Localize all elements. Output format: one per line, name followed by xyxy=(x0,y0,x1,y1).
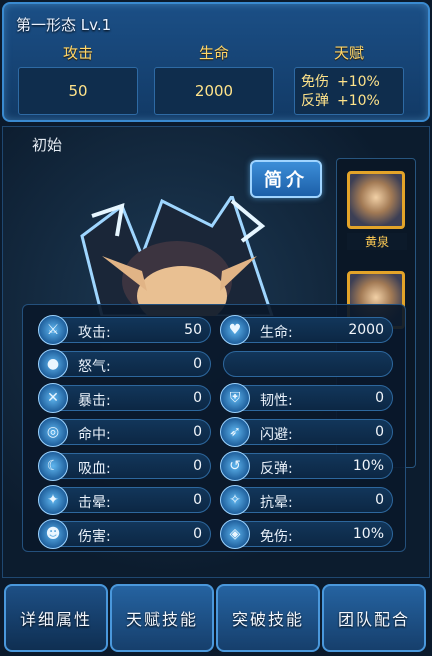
attr-value: 0 xyxy=(193,424,202,440)
attr-rage: ● 怒气: 0 xyxy=(38,349,211,379)
attr-label: 命中: xyxy=(78,427,111,443)
character-name: 黄泉 xyxy=(347,233,407,250)
resist-stun-icon: ✧ xyxy=(220,485,250,515)
tab-detailed-attributes[interactable]: 详细属性 xyxy=(4,584,108,652)
talent-list: 免伤 +10% 反弹 +10% xyxy=(294,67,404,115)
talent-label: 天赋 xyxy=(333,44,364,62)
heart-icon: ♥ xyxy=(220,315,250,345)
state-label: 初始 xyxy=(32,136,63,154)
attr-value: 10% xyxy=(352,458,384,474)
attr-label: 击晕: xyxy=(78,495,111,511)
attr-dodge: ➶ 闪避: 0 xyxy=(220,417,393,447)
character-portrait xyxy=(80,196,274,316)
attr-lifesteal: ☾ 吸血: 0 xyxy=(38,451,211,481)
attr-label: 暴击: xyxy=(78,393,111,409)
crossed-blades-icon: ✕ xyxy=(38,383,68,413)
attr-label: 韧性: xyxy=(260,393,293,409)
attr-value: 0 xyxy=(193,526,202,542)
attr-attack: ⚔ 攻击: 50 xyxy=(38,315,211,345)
attr-label: 伤害: xyxy=(78,529,111,545)
attr-stun-resist: ✧ 抗晕: 0 xyxy=(220,485,393,515)
dodge-icon: ➶ xyxy=(220,417,250,447)
attr-value: 50 xyxy=(184,322,202,338)
form-title: 第一形态 Lv.1 xyxy=(16,16,112,34)
attr-label: 闪避: xyxy=(260,427,293,443)
attr-hit: ◎ 命中: 0 xyxy=(38,417,211,447)
attr-value: 0 xyxy=(375,424,384,440)
attr-hp: ♥ 生命: 2000 xyxy=(220,315,393,345)
attr-crit: ✕ 暴击: 0 xyxy=(38,383,211,413)
attribute-panel: ⚔ 攻击: 50 ● 怒气: 0 ✕ 暴击: 0 ◎ 命中: 0 ☾ 吸血: 0… xyxy=(22,304,406,552)
attr-toughness: ⛨ 韧性: 0 xyxy=(220,383,393,413)
talent-value: +10% xyxy=(337,74,380,90)
attr-value: 0 xyxy=(193,390,202,406)
intro-button[interactable]: 简介 xyxy=(250,160,322,198)
attr-damage: ☻ 伤害: 0 xyxy=(38,519,211,549)
attr-damage-reduction: ◈ 免伤: 10% xyxy=(220,519,393,549)
hp-value: 2000 xyxy=(154,67,274,115)
attr-label: 怒气: xyxy=(78,359,111,375)
attr-label: 吸血: xyxy=(78,461,111,477)
mask-icon: ☻ xyxy=(38,519,68,549)
attr-empty-slot xyxy=(223,351,393,377)
attr-value: 0 xyxy=(375,492,384,508)
talent-stat: 天赋 免伤 +10% 反弹 +10% xyxy=(294,42,404,115)
attr-value: 10% xyxy=(352,526,384,542)
talent-name: 免伤 xyxy=(301,74,329,90)
attr-value: 0 xyxy=(375,390,384,406)
armor-icon: ⛨ xyxy=(220,383,250,413)
attr-stun: ✦ 击晕: 0 xyxy=(38,485,211,515)
stun-icon: ✦ xyxy=(38,485,68,515)
attr-value: 0 xyxy=(193,458,202,474)
character-avatar[interactable] xyxy=(347,171,405,229)
talent-row: 免伤 +10% xyxy=(301,73,397,92)
attr-value: 0 xyxy=(193,492,202,508)
side-list-item[interactable]: 黄泉 xyxy=(347,171,407,250)
attack-value: 50 xyxy=(18,67,138,115)
talent-value: +10% xyxy=(337,93,380,109)
attr-label: 免伤: xyxy=(260,529,293,545)
fang-icon: ☾ xyxy=(38,451,68,481)
attack-stat: 攻击 50 xyxy=(18,42,138,115)
talent-name: 反弹 xyxy=(301,93,329,109)
sword-icon: ⚔ xyxy=(38,315,68,345)
target-icon: ◎ xyxy=(38,417,68,447)
hp-label: 生命 xyxy=(198,44,229,62)
attr-label: 生命: xyxy=(260,325,293,341)
attr-label: 攻击: xyxy=(78,325,111,341)
reflect-icon: ↺ xyxy=(220,451,250,481)
attack-label: 攻击 xyxy=(62,44,93,62)
tab-team-combo[interactable]: 团队配合 xyxy=(322,584,426,652)
character-header-panel: 第一形态 Lv.1 攻击 50 生命 2000 天赋 免伤 +10% 反弹 +10% xyxy=(2,2,430,122)
orb-icon: ● xyxy=(38,349,68,379)
tab-talent-skills[interactable]: 天赋技能 xyxy=(110,584,214,652)
bottom-tab-bar: 详细属性 天赋技能 突破技能 团队配合 xyxy=(0,584,432,656)
attr-label: 抗晕: xyxy=(260,495,293,511)
attr-label: 反弹: xyxy=(260,461,293,477)
talent-row: 反弹 +10% xyxy=(301,92,397,111)
attr-value: 0 xyxy=(193,356,202,372)
shield-icon: ◈ xyxy=(220,519,250,549)
attr-value: 2000 xyxy=(348,322,384,338)
tab-breakthrough-skills[interactable]: 突破技能 xyxy=(216,584,320,652)
attr-reflect: ↺ 反弹: 10% xyxy=(220,451,393,481)
hp-stat: 生命 2000 xyxy=(154,42,274,115)
